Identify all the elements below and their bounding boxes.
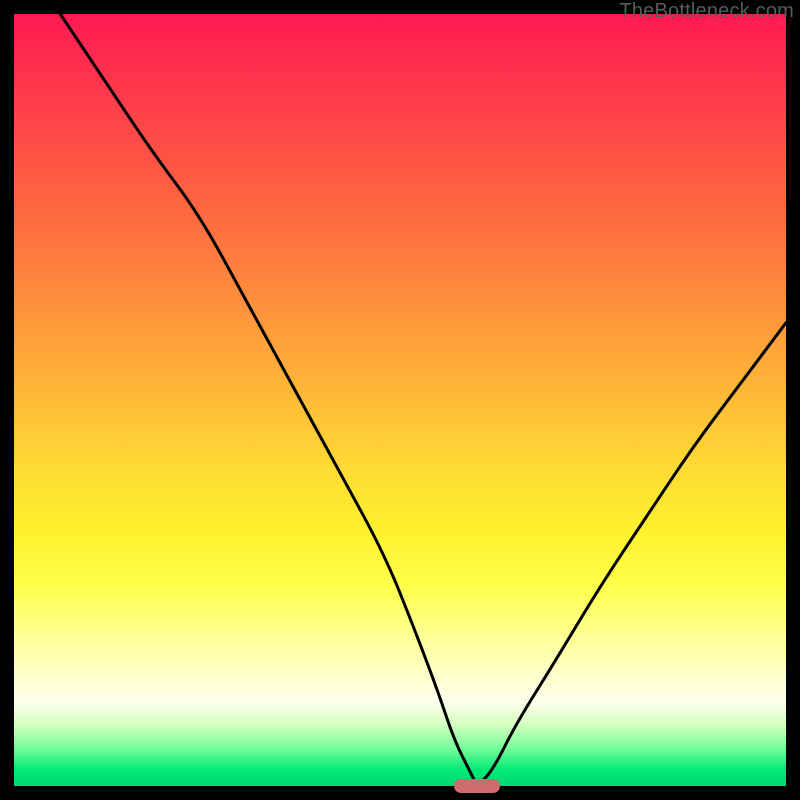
- bottleneck-curve-path: [60, 14, 786, 782]
- watermark-text: TheBottleneck.com: [619, 0, 794, 23]
- plot-area: [14, 14, 786, 786]
- chart-frame: TheBottleneck.com: [0, 0, 800, 800]
- optimal-marker: [454, 779, 500, 793]
- curve-layer: [14, 14, 786, 786]
